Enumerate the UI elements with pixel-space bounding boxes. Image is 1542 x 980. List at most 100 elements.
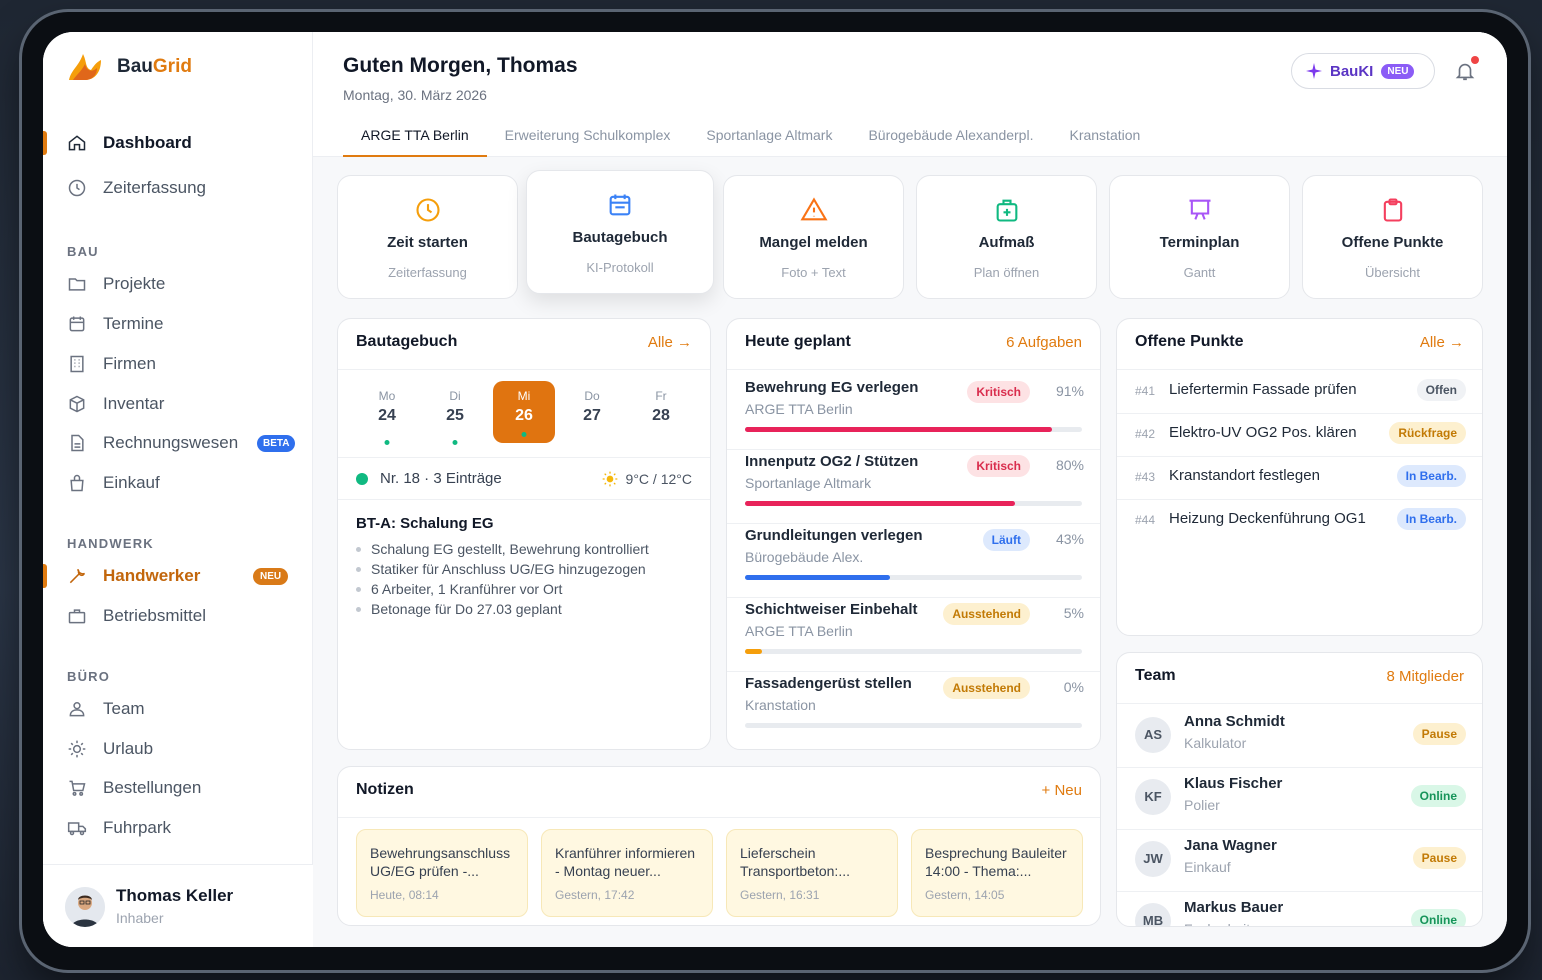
- note-card[interactable]: Kranführer informieren - Montag neuer...…: [541, 829, 713, 917]
- divider: [727, 597, 1100, 598]
- neu-link[interactable]: + Neu: [1042, 782, 1082, 799]
- greeting: Guten Morgen, Thomas: [343, 54, 578, 77]
- status-badge: Pause: [1412, 723, 1466, 745]
- nav-handwerker[interactable]: Handwerker NEU: [43, 558, 313, 594]
- nav-firmen[interactable]: Firmen: [43, 346, 313, 382]
- nav-label: Dashboard: [103, 133, 192, 152]
- task-row[interactable]: Grundleitungen verlegen Bürogebäude Alex.…: [727, 527, 1100, 601]
- note-text: Bewehrungsanschluss UG/EG prüfen -...: [370, 845, 511, 879]
- task-row[interactable]: Innenputz OG2 / Stützen Sportanlage Altma…: [727, 453, 1100, 527]
- nav-einkauf[interactable]: Einkauf: [43, 465, 313, 501]
- offene-row[interactable]: #43 Kranstandort festlegen In Bearb.: [1117, 463, 1482, 506]
- nav-dashboard[interactable]: Dashboard: [43, 125, 313, 161]
- note-card[interactable]: Bewehrungsanschluss UG/EG prüfen -... Heu…: [356, 829, 528, 917]
- status-badge: Pause: [1412, 847, 1466, 869]
- neu-badge: NEU: [253, 567, 289, 585]
- quick-offene-punkte[interactable]: Offene Punkte Übersicht: [1302, 175, 1483, 299]
- weather: 9°C / 12°C: [625, 471, 692, 487]
- nav-team[interactable]: Team: [43, 691, 313, 727]
- entry-status: Nr. 18 · 3 Einträge: [380, 470, 502, 487]
- task-project: ARGE TTA Berlin: [745, 401, 853, 417]
- quick-title: Mangel melden: [759, 234, 868, 251]
- tab-kranstation[interactable]: Kranstation: [1051, 117, 1158, 157]
- member-role: Polier: [1184, 797, 1220, 813]
- calendar-icon: [609, 194, 631, 216]
- item-id: #41: [1135, 384, 1156, 398]
- task-project: Kranstation: [745, 697, 816, 713]
- tab-erweiterung-schulkomplex[interactable]: Erweiterung Schulkomplex: [487, 117, 689, 157]
- offene-row[interactable]: #41 Liefertermin Fassade prüfen Offen: [1117, 377, 1482, 420]
- progress-percent: 43%: [1055, 531, 1084, 547]
- nav-rechnungswesen[interactable]: Rechnungswesen BETA: [43, 425, 313, 461]
- member-role: Facharbeiter: [1184, 921, 1263, 926]
- day-do[interactable]: Do 27: [561, 381, 623, 443]
- progress-fill: [745, 649, 762, 654]
- member-name: Jana Wagner: [1184, 837, 1277, 854]
- current-date: Montag, 30. März 2026: [343, 87, 487, 103]
- team-row[interactable]: AS Anna Schmidt Kalkulator Pause: [1117, 709, 1482, 771]
- nav-termine[interactable]: Termine: [43, 306, 313, 342]
- heute-geplant-card: Heute geplant 6 Aufgaben Bewehrung EG ve…: [726, 318, 1101, 750]
- day-mo[interactable]: Mo 24: [356, 381, 418, 445]
- task-row[interactable]: Fassadengerüst stellen Kranstation Aussteh…: [727, 675, 1100, 749]
- offene-row[interactable]: #44 Heizung Deckenführung OG1 In Bearb.: [1117, 506, 1482, 549]
- screen: BauGrid Dashboard Zeiterfassung BAU Proj…: [43, 32, 1507, 947]
- nav-label: Zeiterfassung: [103, 178, 206, 197]
- team-row[interactable]: MB Markus Bauer Facharbeiter Online: [1117, 895, 1482, 926]
- avatar: AS: [1135, 717, 1171, 753]
- section-handwerk: HANDWERK: [67, 536, 154, 551]
- nav-betriebsmittel[interactable]: Betriebsmittel: [43, 598, 313, 634]
- sparkle-icon: [1306, 63, 1322, 79]
- nav-bestellungen[interactable]: Bestellungen: [43, 770, 313, 806]
- task-count[interactable]: 6 Aufgaben: [1006, 334, 1082, 351]
- day-mi-selected[interactable]: Mi 26: [493, 381, 555, 443]
- member-name: Klaus Fischer: [1184, 775, 1283, 792]
- nav-inventar[interactable]: Inventar: [43, 386, 313, 422]
- tab-arge-tta-berlin[interactable]: ARGE TTA Berlin: [343, 117, 487, 157]
- tab-buerogebaeude[interactable]: Bürogebäude Alexanderpl.: [850, 117, 1051, 157]
- nav-fuhrpark[interactable]: Fuhrpark: [43, 810, 313, 846]
- sun-icon: [68, 740, 86, 758]
- quick-title: Terminplan: [1159, 234, 1240, 251]
- day-di[interactable]: Di 25: [424, 381, 486, 445]
- quick-bautagebuch[interactable]: Bautagebuch KI-Protokoll: [526, 170, 714, 294]
- nav-label: Betriebsmittel: [103, 606, 206, 625]
- task-row[interactable]: Bewehrung EG verlegen ARGE TTA Berlin Krit…: [727, 379, 1100, 453]
- quick-aufmass[interactable]: Aufmaß Plan öffnen: [916, 175, 1097, 299]
- status-badge: Online: [1410, 785, 1466, 807]
- divider: [727, 523, 1100, 524]
- note-card[interactable]: Lieferschein Transportbeton:... Gestern, …: [726, 829, 898, 917]
- tab-sportanlage-altmark[interactable]: Sportanlage Altmark: [688, 117, 850, 157]
- team-row[interactable]: KF Klaus Fischer Polier Online: [1117, 771, 1482, 833]
- quick-sub: Zeiterfassung: [388, 265, 467, 280]
- nav-projekte[interactable]: Projekte: [43, 266, 313, 302]
- logo[interactable]: BauGrid: [67, 52, 192, 82]
- member-role: Kalkulator: [1184, 735, 1247, 751]
- task-title: Fassadengerüst stellen: [745, 675, 912, 692]
- bauki-button[interactable]: BauKI NEU: [1291, 53, 1435, 89]
- progress-bar: [745, 427, 1082, 432]
- quick-zeit-starten[interactable]: Zeit starten Zeiterfassung: [337, 175, 518, 299]
- entry-bullet: Schalung EG gestellt, Bewehrung kontroll…: [356, 541, 649, 557]
- offene-row[interactable]: #42 Elektro-UV OG2 Pos. klären Rückfrage: [1117, 420, 1482, 463]
- quick-mangel-melden[interactable]: Mangel melden Foto + Text: [723, 175, 904, 299]
- day-fr[interactable]: Fr 28: [630, 381, 692, 443]
- nav-urlaub[interactable]: Urlaub: [43, 731, 313, 767]
- item-title: Kranstandort festlegen: [1169, 467, 1320, 484]
- task-title: Bewehrung EG verlegen: [745, 379, 919, 396]
- status-badge: Online: [1410, 909, 1466, 926]
- truck-icon: [67, 822, 87, 836]
- team-row[interactable]: JW Jana Wagner Einkauf Pause: [1117, 833, 1482, 895]
- nav-zeiterfassung[interactable]: Zeiterfassung: [43, 170, 313, 206]
- note-card[interactable]: Besprechung Bauleiter 14:00 - Thema:... G…: [911, 829, 1083, 917]
- section-bau: BAU: [67, 244, 99, 259]
- quick-title: Zeit starten: [387, 234, 468, 251]
- nav-label: Rechnungswesen: [103, 433, 239, 452]
- task-row[interactable]: Schichtweiser Einbehalt ARGE TTA Berlin Au…: [727, 601, 1100, 675]
- user-profile[interactable]: Thomas Keller Inhaber: [43, 864, 313, 947]
- alle-link[interactable]: Alle →: [648, 334, 692, 351]
- quick-terminplan[interactable]: Terminplan Gantt: [1109, 175, 1290, 299]
- card-title: Bautagebuch: [356, 333, 458, 350]
- alle-link[interactable]: Alle →: [1420, 334, 1464, 351]
- member-count[interactable]: 8 Mitglieder: [1386, 668, 1464, 685]
